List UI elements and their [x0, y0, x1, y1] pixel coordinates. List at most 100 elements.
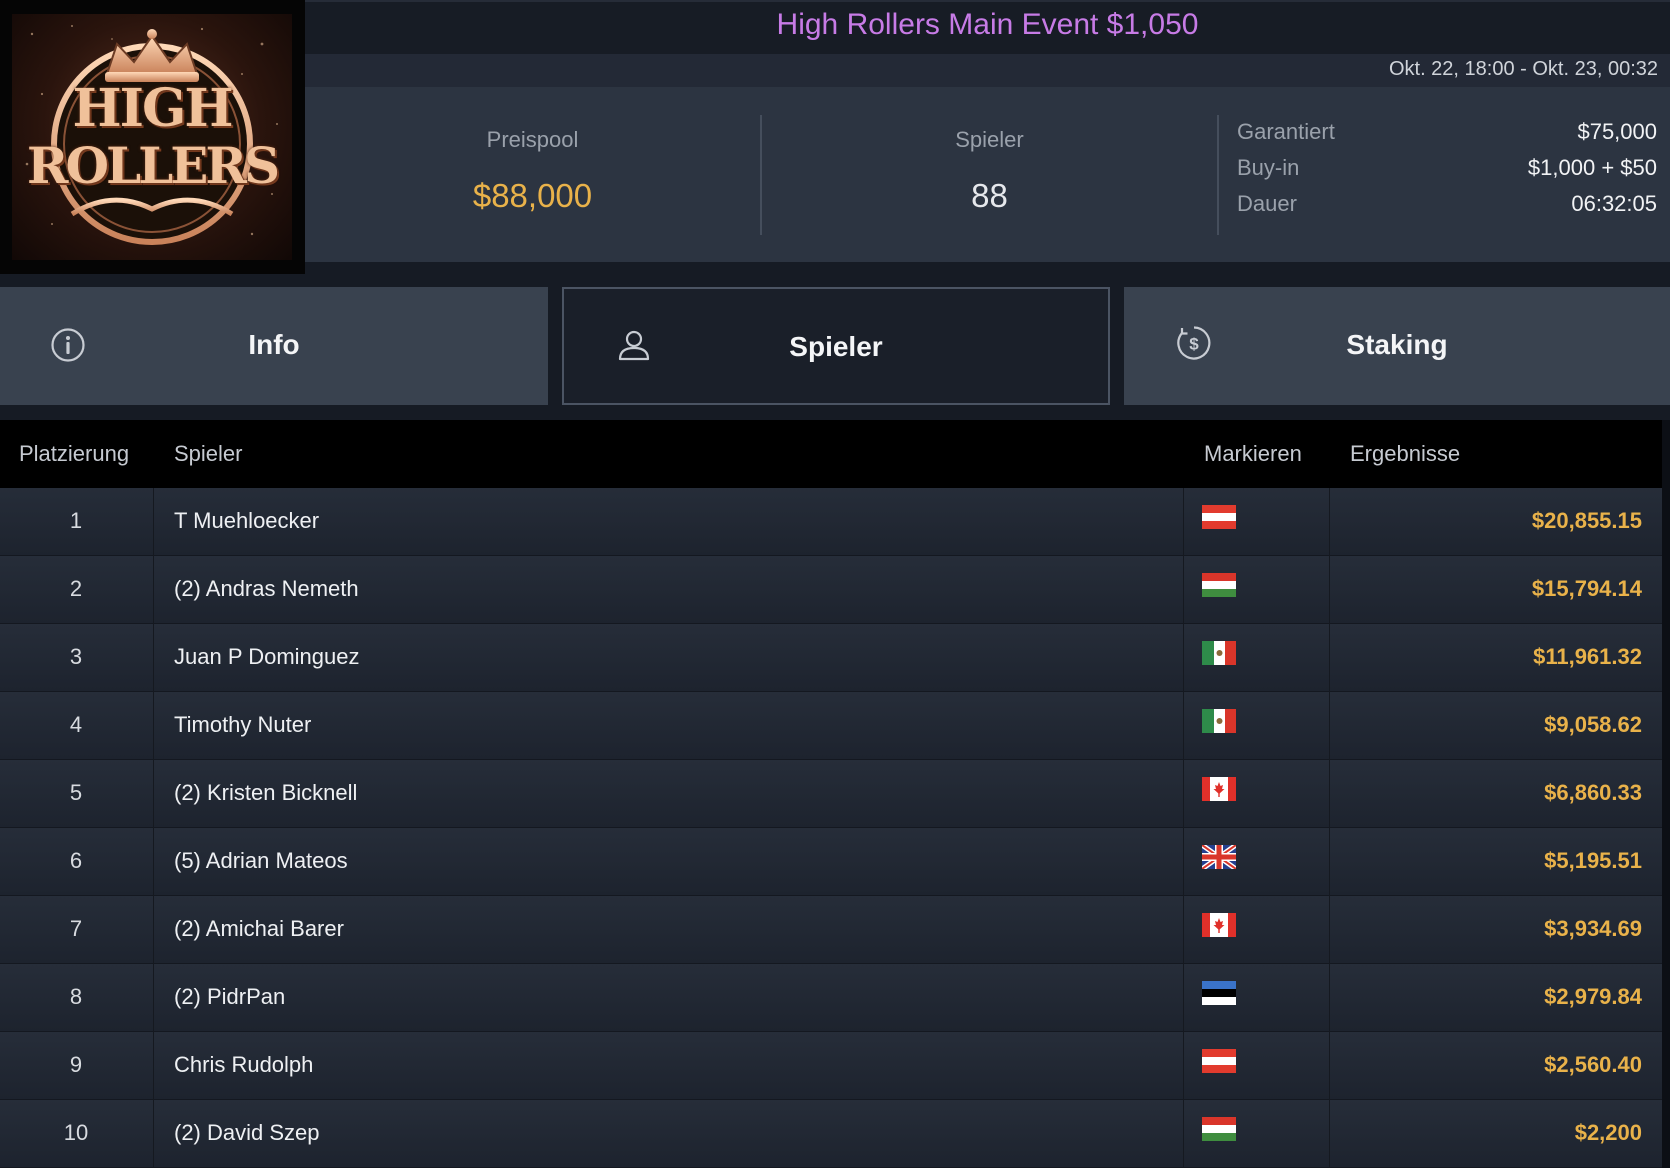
row-player-name[interactable]: Timothy Nuter	[174, 712, 311, 738]
cell-divider	[1183, 896, 1184, 964]
cell-divider	[1183, 1100, 1184, 1168]
united-kingdom-flag-icon	[1202, 845, 1236, 869]
cell-divider	[1329, 624, 1330, 692]
cell-divider	[153, 1032, 154, 1100]
cell-divider	[1329, 488, 1330, 556]
prize-pool-stat: Preispool $88,000	[305, 87, 760, 262]
cell-divider	[1329, 964, 1330, 1032]
table-row[interactable]: 9 Chris Rudolph $2,560.40	[0, 1032, 1662, 1100]
row-result: $11,961.32	[1533, 644, 1642, 669]
detail-guaranteed: Garantiert $75,000	[1237, 117, 1657, 153]
estonia-flag-icon	[1202, 981, 1236, 1005]
title-bar: High Rollers Main Event $1,050	[305, 0, 1670, 54]
austria-flag-icon	[1202, 505, 1236, 529]
players-value: 88	[971, 177, 1008, 214]
tournament-dates: Okt. 22, 18:00 - Okt. 23, 00:32	[1388, 58, 1658, 80]
table-row[interactable]: 3 Juan P Dominguez $11,961.32	[0, 624, 1662, 692]
row-rank: 6	[69, 848, 83, 873]
table-row[interactable]: 1 T Muehloecker $20,855.15	[0, 488, 1662, 556]
row-result: $9,058.62	[1544, 712, 1642, 737]
detail-label: Dauer	[1237, 191, 1297, 216]
canada-flag-icon	[1202, 913, 1236, 937]
row-rank: 8	[69, 984, 83, 1009]
column-header-result[interactable]: Ergebnisse	[1350, 441, 1460, 467]
row-rank: 9	[69, 1052, 83, 1077]
row-result: $2,979.84	[1544, 984, 1642, 1009]
detail-label: Buy-in	[1237, 155, 1300, 180]
column-header-rank[interactable]: Platzierung	[19, 441, 129, 467]
cell-divider	[153, 896, 154, 964]
tab-spieler-label: Spieler	[789, 331, 883, 362]
tab-info[interactable]: Info	[0, 287, 548, 405]
hungary-flag-icon	[1202, 1117, 1236, 1141]
row-player-name[interactable]: (2) Andras Nemeth	[174, 576, 359, 602]
players-stat: Spieler 88	[762, 87, 1217, 262]
tab-info-label: Info	[248, 329, 300, 360]
row-player-name[interactable]: (2) Amichai Barer	[174, 916, 344, 942]
table-row[interactable]: 7 (2) Amichai Barer $3,934.69	[0, 896, 1662, 964]
logo-text-line-2: ROLLERS	[26, 136, 280, 195]
mexico-flag-icon	[1202, 641, 1236, 665]
cell-divider	[153, 692, 154, 760]
players-label: Spieler	[955, 127, 1024, 152]
table-row[interactable]: 5 (2) Kristen Bicknell $6,860.33	[0, 760, 1662, 828]
cell-divider	[1183, 1032, 1184, 1100]
detail-value: 06:32:05	[1571, 191, 1657, 216]
row-rank: 2	[69, 576, 83, 601]
row-rank: 10	[63, 1120, 89, 1145]
row-player-name[interactable]: Juan P Dominguez	[174, 644, 360, 670]
prize-pool-label: Preispool	[486, 127, 579, 152]
row-player-name[interactable]: (2) Kristen Bicknell	[174, 780, 357, 806]
logo-text-line-1: HIGH	[72, 78, 234, 139]
mexico-flag-icon	[1202, 709, 1236, 733]
row-result: $2,200	[1574, 1120, 1642, 1145]
detail-label: Garantiert	[1237, 119, 1335, 144]
row-rank: 3	[69, 644, 83, 669]
stats-panel: Preispool $88,000 Spieler 88 Garantiert …	[305, 87, 1670, 262]
detail-duration: Dauer 06:32:05	[1237, 189, 1657, 225]
row-result: $3,934.69	[1544, 916, 1642, 941]
row-rank: 5	[69, 780, 83, 805]
results-table-body: 1 T Muehloecker $20,855.15 2 (2) Andras …	[0, 488, 1662, 1168]
cell-divider	[1329, 1100, 1330, 1168]
row-player-name[interactable]: Chris Rudolph	[174, 1052, 313, 1078]
tab-staking-label: Staking	[1346, 329, 1448, 360]
stat-divider	[1217, 115, 1219, 235]
date-bar: Okt. 22, 18:00 - Okt. 23, 00:32	[305, 54, 1670, 87]
cell-divider	[153, 1100, 154, 1168]
cell-divider	[1329, 556, 1330, 624]
table-row[interactable]: 10 (2) David Szep $2,200	[0, 1100, 1662, 1168]
canada-flag-icon	[1202, 777, 1236, 801]
table-row[interactable]: 8 (2) PidrPan $2,979.84	[0, 964, 1662, 1032]
hungary-flag-icon	[1202, 573, 1236, 597]
cell-divider	[1183, 556, 1184, 624]
tab-staking[interactable]: $ Staking	[1124, 287, 1670, 405]
table-row[interactable]: 4 Timothy Nuter $9,058.62	[0, 692, 1662, 760]
column-header-flag[interactable]: Markieren	[1204, 441, 1302, 467]
tournament-details: Garantiert $75,000 Buy-in $1,000 + $50 D…	[1237, 117, 1657, 225]
prize-pool-value: $88,000	[472, 177, 593, 214]
cell-divider	[153, 760, 154, 828]
row-player-name[interactable]: T Muehloecker	[174, 508, 319, 534]
row-player-name[interactable]: (5) Adrian Mateos	[174, 848, 348, 874]
cell-divider	[1329, 828, 1330, 896]
row-rank: 1	[69, 508, 83, 533]
cell-divider	[1183, 760, 1184, 828]
cell-divider	[153, 488, 154, 556]
cell-divider	[1329, 1032, 1330, 1100]
scrollbar-track[interactable]	[1662, 420, 1670, 1168]
cell-divider	[1183, 828, 1184, 896]
column-header-player[interactable]: Spieler	[174, 441, 242, 467]
cell-divider	[1329, 896, 1330, 964]
cell-divider	[153, 624, 154, 692]
row-player-name[interactable]: (2) David Szep	[174, 1120, 320, 1146]
tab-spieler[interactable]: Spieler	[562, 287, 1110, 405]
detail-value: $1,000 + $50	[1527, 155, 1657, 180]
cell-divider	[153, 828, 154, 896]
table-row[interactable]: 2 (2) Andras Nemeth $15,794.14	[0, 556, 1662, 624]
cell-divider	[1329, 692, 1330, 760]
cell-divider	[1183, 488, 1184, 556]
austria-flag-icon	[1202, 1049, 1236, 1073]
row-player-name[interactable]: (2) PidrPan	[174, 984, 285, 1010]
table-row[interactable]: 6 (5) Adrian Mateos $5,195.51	[0, 828, 1662, 896]
